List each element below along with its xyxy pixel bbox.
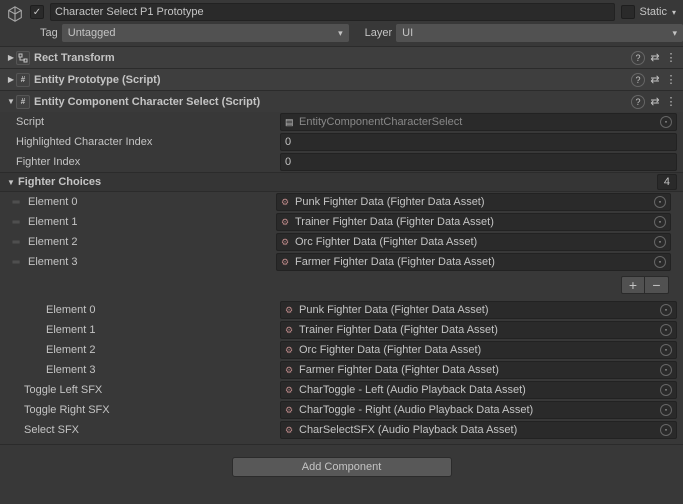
char-select-header[interactable]: ▼ # Entity Component Character Select (S…	[0, 90, 683, 112]
asset-icon: ⚙	[281, 197, 291, 207]
gameobject-enabled-checkbox[interactable]	[30, 5, 44, 19]
element-label: Element 0	[6, 304, 280, 316]
asset-icon: ⚙	[285, 305, 295, 315]
component-title: Entity Prototype (Script)	[34, 74, 627, 86]
asset-icon: ⚙	[285, 425, 295, 435]
static-label: Static	[639, 6, 667, 18]
gameobject-name-input[interactable]: Character Select P1 Prototype	[50, 3, 615, 21]
presets-icon[interactable]: ⇄	[649, 73, 661, 86]
component-title: Entity Component Character Select (Scrip…	[34, 96, 627, 108]
object-field[interactable]: ⚙CharSelectSFX (Audio Playback Data Asse…	[280, 421, 677, 439]
object-picker-icon[interactable]	[654, 196, 666, 208]
foldout-icon: ▶	[6, 53, 16, 62]
asset-icon: ⚙	[285, 325, 295, 335]
layer-dropdown[interactable]: UI	[396, 24, 683, 42]
object-picker-icon[interactable]	[654, 256, 666, 268]
menu-icon[interactable]: ⋮	[665, 95, 677, 108]
toggle-left-sfx-label: Toggle Left SFX	[6, 384, 280, 396]
object-picker-icon[interactable]	[660, 384, 672, 396]
asset-icon: ⚙	[281, 257, 291, 267]
rect-transform-header[interactable]: ▶ Rect Transform ? ⇄ ⋮	[0, 46, 683, 68]
object-field[interactable]: ⚙Trainer Fighter Data (Fighter Data Asse…	[280, 321, 677, 339]
object-picker-icon[interactable]	[660, 424, 672, 436]
select-sfx-label: Select SFX	[6, 424, 280, 436]
object-picker-icon[interactable]	[660, 324, 672, 336]
array-element-label: Element 1	[26, 216, 276, 228]
foldout-icon: ▼	[6, 97, 16, 106]
script-icon: #	[16, 95, 30, 109]
toggle-right-sfx-label: Toggle Right SFX	[6, 404, 280, 416]
array-add-button[interactable]: +	[621, 276, 645, 294]
object-picker-icon[interactable]	[654, 236, 666, 248]
object-picker-icon[interactable]	[660, 364, 672, 376]
drag-handle-icon[interactable]: ═	[6, 237, 26, 248]
tag-dropdown[interactable]: Untagged	[62, 24, 349, 42]
script-property-label: Script	[6, 116, 280, 128]
asset-icon: ⚙	[285, 385, 295, 395]
presets-icon[interactable]: ⇄	[649, 95, 661, 108]
asset-icon: ⚙	[281, 237, 291, 247]
add-component-button[interactable]: Add Component	[232, 457, 452, 477]
presets-icon[interactable]: ⇄	[649, 51, 661, 64]
object-field[interactable]: ⚙Orc Fighter Data (Fighter Data Asset)	[276, 233, 671, 251]
menu-icon[interactable]: ⋮	[665, 73, 677, 86]
asset-icon: ⚙	[285, 345, 295, 355]
fighter-index-label: Fighter Index	[6, 156, 280, 168]
asset-icon: ⚙	[285, 365, 295, 375]
layer-label: Layer	[365, 27, 393, 39]
highlighted-index-input[interactable]: 0	[280, 133, 677, 151]
foldout-icon: ▼	[6, 178, 16, 187]
component-title: Rect Transform	[34, 52, 627, 64]
object-field[interactable]: ⚙CharToggle - Right (Audio Playback Data…	[280, 401, 677, 419]
array-element-label: Element 0	[26, 196, 276, 208]
object-field[interactable]: ⚙Trainer Fighter Data (Fighter Data Asse…	[276, 213, 671, 231]
asset-icon: ⚙	[285, 405, 295, 415]
array-label: Fighter Choices	[18, 176, 101, 188]
menu-icon[interactable]: ⋮	[665, 51, 677, 64]
drag-handle-icon[interactable]: ═	[6, 197, 26, 208]
foldout-icon: ▶	[6, 75, 16, 84]
object-picker-icon[interactable]	[654, 216, 666, 228]
script-object-field[interactable]: ▤ EntityComponentCharacterSelect	[280, 113, 677, 131]
fighter-choices-header[interactable]: ▼ Fighter Choices 4	[0, 172, 683, 192]
array-element-label: Element 2	[26, 236, 276, 248]
drag-handle-icon[interactable]: ═	[6, 257, 26, 268]
object-field[interactable]: ⚙Farmer Fighter Data (Fighter Data Asset…	[280, 361, 677, 379]
array-size-input[interactable]: 4	[657, 174, 677, 190]
help-icon[interactable]: ?	[631, 51, 645, 65]
object-field[interactable]: ⚙Farmer Fighter Data (Fighter Data Asset…	[276, 253, 671, 271]
object-picker-icon[interactable]	[660, 116, 672, 128]
asset-icon: ⚙	[281, 217, 291, 227]
object-field[interactable]: ⚙Orc Fighter Data (Fighter Data Asset)	[280, 341, 677, 359]
object-field[interactable]: ⚙CharToggle - Left (Audio Playback Data …	[280, 381, 677, 399]
array-remove-button[interactable]: −	[645, 276, 669, 294]
script-icon: #	[16, 73, 30, 87]
fighter-index-input[interactable]: 0	[280, 153, 677, 171]
object-field[interactable]: ⚙Punk Fighter Data (Fighter Data Asset)	[280, 301, 677, 319]
element-label: Element 3	[6, 364, 280, 376]
object-picker-icon[interactable]	[660, 404, 672, 416]
static-dropdown-arrow[interactable]: ▾	[669, 8, 679, 17]
object-picker-icon[interactable]	[660, 344, 672, 356]
element-label: Element 2	[6, 344, 280, 356]
drag-handle-icon[interactable]: ═	[6, 217, 26, 228]
highlighted-index-label: Highlighted Character Index	[6, 136, 280, 148]
entity-prototype-header[interactable]: ▶ # Entity Prototype (Script) ? ⇄ ⋮	[0, 68, 683, 90]
array-element-label: Element 3	[26, 256, 276, 268]
gameobject-icon	[6, 5, 24, 23]
divider	[0, 444, 683, 445]
static-checkbox[interactable]	[621, 5, 635, 19]
script-asset-icon: ▤	[285, 117, 295, 127]
element-label: Element 1	[6, 324, 280, 336]
rect-transform-icon	[16, 51, 30, 65]
object-field[interactable]: ⚙Punk Fighter Data (Fighter Data Asset)	[276, 193, 671, 211]
object-picker-icon[interactable]	[660, 304, 672, 316]
help-icon[interactable]: ?	[631, 73, 645, 87]
tag-label: Tag	[40, 27, 58, 39]
help-icon[interactable]: ?	[631, 95, 645, 109]
